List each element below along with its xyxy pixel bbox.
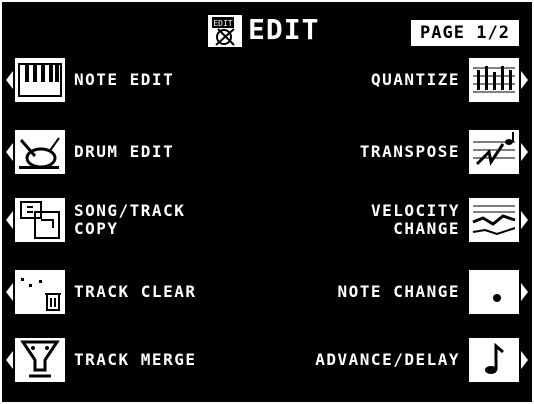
- song-track-copy-button[interactable]: SONG/TRACK COPY: [4, 198, 224, 242]
- keyboard-icon: [15, 58, 65, 102]
- left-arrow-icon: [6, 143, 13, 161]
- edit-icon: EDIT: [207, 14, 243, 48]
- track-clear-label: TRACK CLEAR: [74, 282, 197, 301]
- note-change-label: NOTE CHANGE: [337, 282, 460, 301]
- page-indicator[interactable]: PAGE 1/2: [411, 20, 519, 46]
- left-arrow-icon: [6, 351, 13, 369]
- advance-delay-button[interactable]: ADVANCE/DELAY: [300, 338, 530, 382]
- right-arrow-icon: [521, 71, 528, 89]
- note-change-button[interactable]: NOTE CHANGE: [310, 270, 530, 314]
- left-arrow-icon: [6, 71, 13, 89]
- copy-icon: [15, 198, 65, 242]
- drum-edit-button[interactable]: DRUM EDIT: [4, 130, 224, 174]
- quantize-icon: [469, 58, 519, 102]
- velocity-change-label: VELOCITY CHANGE: [370, 201, 460, 238]
- transpose-button[interactable]: TRANSPOSE: [310, 130, 530, 174]
- transpose-label: TRANSPOSE: [359, 142, 460, 161]
- transpose-icon: [469, 130, 519, 174]
- left-arrow-icon: [6, 211, 13, 229]
- drum-edit-label: DRUM EDIT: [74, 142, 175, 161]
- right-arrow-icon: [521, 351, 528, 369]
- song-track-copy-label: SONG/TRACK COPY: [74, 201, 186, 238]
- quantize-label: QUANTIZE: [370, 70, 460, 89]
- velocity-icon: [469, 198, 519, 242]
- right-arrow-icon: [521, 283, 528, 301]
- note-icon: [469, 338, 519, 382]
- note-edit-button[interactable]: NOTE EDIT: [4, 58, 224, 102]
- trash-icon: [15, 270, 65, 314]
- track-merge-button[interactable]: TRACK MERGE: [4, 338, 224, 382]
- advance-delay-label: ADVANCE/DELAY: [315, 350, 460, 369]
- edit-screen: EDIT EDIT PAGE 1/2 NOTE EDIT DRUM EDIT S…: [2, 2, 532, 402]
- funnel-icon: [15, 338, 65, 382]
- right-arrow-icon: [521, 211, 528, 229]
- drum-icon: [15, 130, 65, 174]
- quantize-button[interactable]: QUANTIZE: [310, 58, 530, 102]
- note-edit-label: NOTE EDIT: [74, 70, 175, 89]
- right-arrow-icon: [521, 143, 528, 161]
- note-change-icon: [469, 270, 519, 314]
- track-clear-button[interactable]: TRACK CLEAR: [4, 270, 224, 314]
- page-title: EDIT: [248, 13, 320, 46]
- track-merge-label: TRACK MERGE: [74, 350, 197, 369]
- edit-icon-text: EDIT: [213, 19, 232, 28]
- left-arrow-icon: [6, 283, 13, 301]
- velocity-change-button[interactable]: VELOCITY CHANGE: [310, 198, 530, 242]
